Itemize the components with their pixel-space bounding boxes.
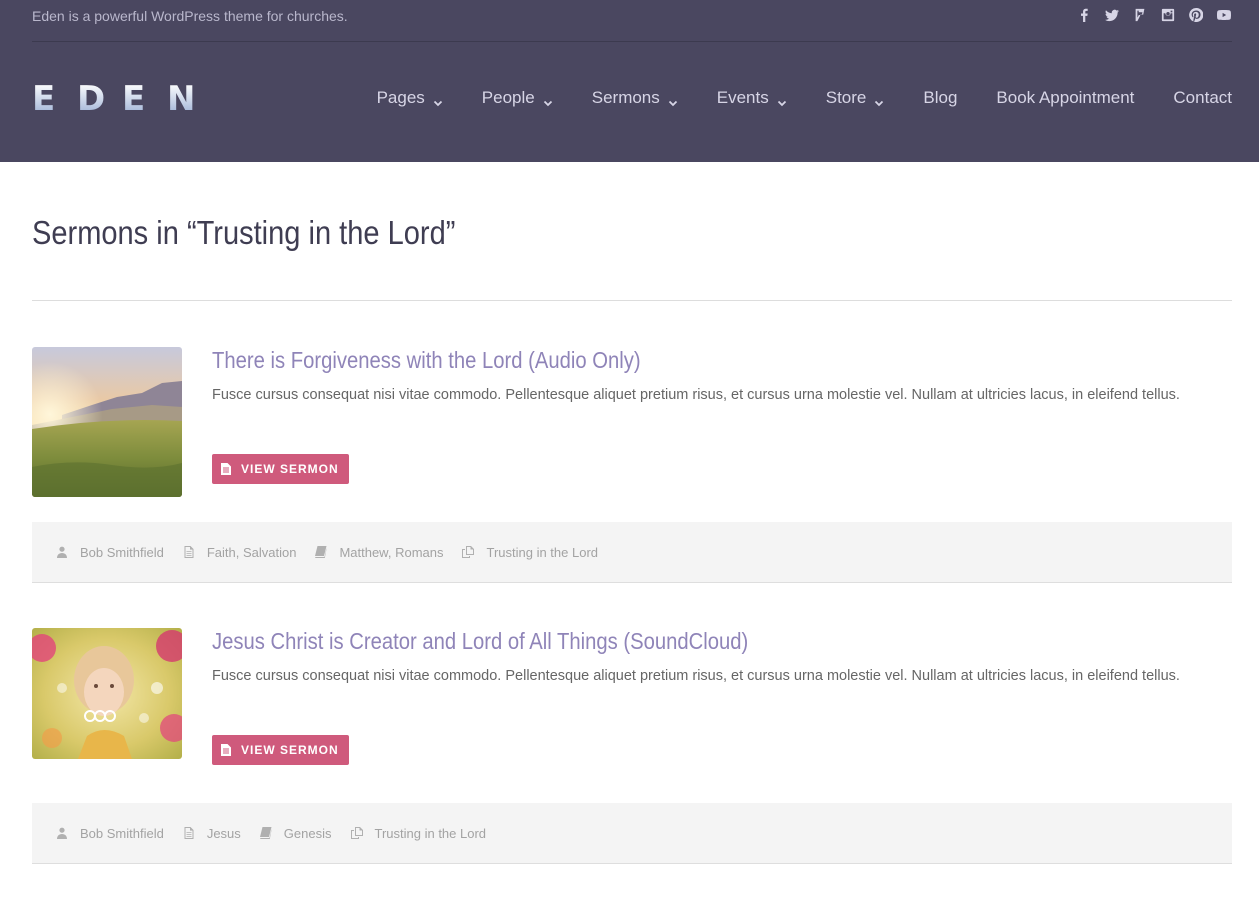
nav-item-pages[interactable]: Pages xyxy=(377,86,443,110)
sermon-thumbnail[interactable] xyxy=(32,347,182,497)
instagram-icon[interactable] xyxy=(1160,7,1176,23)
divider xyxy=(32,300,1232,301)
nav-item-label: Pages xyxy=(376,88,425,107)
meta-speaker: Bob Smithfield xyxy=(56,826,164,841)
view-sermon-label: VIEW SERMON xyxy=(241,743,339,757)
document-icon xyxy=(183,827,195,839)
nav-item-blog[interactable]: Blog xyxy=(923,86,957,110)
meta-series: Trusting in the Lord xyxy=(350,826,487,841)
sermon-thumbnail[interactable] xyxy=(32,628,182,759)
meta-series: Trusting in the Lord xyxy=(462,545,598,560)
chevron-down-icon xyxy=(433,93,443,107)
chevron-down-icon xyxy=(543,93,553,107)
topics-link[interactable]: Faith, Salvation xyxy=(207,545,297,560)
user-icon xyxy=(56,827,68,839)
view-sermon-button[interactable]: VIEW SERMON xyxy=(212,454,349,484)
nav-item-store[interactable]: Store xyxy=(826,86,885,110)
nav-item-contact[interactable]: Contact xyxy=(1173,86,1232,110)
sermon-title-link[interactable]: There is Forgiveness with the Lord (Audi… xyxy=(212,347,641,374)
copy-icon xyxy=(462,546,475,558)
speaker-link[interactable]: Bob Smithfield xyxy=(80,545,164,560)
document-icon xyxy=(221,462,233,476)
speaker-link[interactable]: Bob Smithfield xyxy=(80,826,164,841)
sermon-meta-bar: Bob Smithfield Jesus Genesis Trusting in… xyxy=(32,803,1232,864)
sermon-excerpt: Fusce cursus consequat nisi vitae commod… xyxy=(212,387,1180,403)
twitter-icon[interactable] xyxy=(1104,7,1120,23)
book-icon xyxy=(259,827,272,839)
series-link[interactable]: Trusting in the Lord xyxy=(375,826,487,841)
chevron-down-icon xyxy=(874,93,884,107)
view-sermon-label: VIEW SERMON xyxy=(241,462,339,476)
site-tagline: Eden is a powerful WordPress theme for c… xyxy=(32,8,348,24)
nav-item-label: Contact xyxy=(1173,88,1232,107)
books-link[interactable]: Genesis xyxy=(284,826,332,841)
site-logo[interactable]: E D E N xyxy=(32,79,212,119)
series-link[interactable]: Trusting in the Lord xyxy=(486,545,598,560)
topics-link[interactable]: Jesus xyxy=(207,826,241,841)
top-bar: Eden is a powerful WordPress theme for c… xyxy=(32,0,1232,42)
document-icon xyxy=(221,743,233,757)
nav-item-label: Blog xyxy=(923,88,958,107)
meta-speaker: Bob Smithfield xyxy=(56,545,164,560)
nav-item-events[interactable]: Events xyxy=(717,86,787,110)
youtube-icon[interactable] xyxy=(1216,7,1232,23)
facebook-icon[interactable] xyxy=(1076,7,1092,23)
nav-item-label: Events xyxy=(716,88,769,107)
document-icon xyxy=(183,546,195,558)
view-sermon-button[interactable]: VIEW SERMON xyxy=(212,735,349,765)
nav-item-book-appointment[interactable]: Book Appointment xyxy=(996,86,1134,110)
social-links xyxy=(1076,7,1232,23)
site-header: Eden is a powerful WordPress theme for c… xyxy=(0,0,1259,162)
sermon-meta-bar: Bob Smithfield Faith, Salvation Matthew,… xyxy=(32,522,1232,583)
nav-item-label: Book Appointment xyxy=(996,88,1135,107)
foursquare-icon[interactable] xyxy=(1132,7,1148,23)
meta-books: Matthew, Romans xyxy=(315,545,443,560)
chevron-down-icon xyxy=(668,93,678,107)
books-link[interactable]: Matthew, Romans xyxy=(339,545,443,560)
book-icon xyxy=(315,546,327,558)
main-nav: Pages People Sermons Events Store Blog B… xyxy=(338,86,1232,110)
sermon-title-link[interactable]: Jesus Christ is Creator and Lord of All … xyxy=(212,628,748,655)
nav-item-people[interactable]: People xyxy=(482,86,553,110)
logo-letter: E xyxy=(32,82,60,116)
nav-item-sermons[interactable]: Sermons xyxy=(592,86,678,110)
sermon-excerpt: Fusce cursus consequat nisi vitae commod… xyxy=(212,668,1180,684)
meta-topics: Faith, Salvation xyxy=(183,545,297,560)
sermon-item: Jesus Christ is Creator and Lord of All … xyxy=(32,628,1232,778)
copy-icon xyxy=(350,827,363,839)
nav-item-label: Sermons xyxy=(591,88,660,107)
logo-letter: D xyxy=(77,79,106,119)
chevron-down-icon xyxy=(777,93,787,107)
nav-item-label: Store xyxy=(825,88,867,107)
logo-letter: N xyxy=(167,79,196,119)
sermon-item: There is Forgiveness with the Lord (Audi… xyxy=(32,347,1232,497)
meta-books: Genesis xyxy=(259,826,332,841)
logo-letter: E xyxy=(122,82,150,116)
nav-item-label: People xyxy=(481,88,535,107)
page-title: Sermons in “Trusting in the Lord” xyxy=(32,214,456,251)
pinterest-icon[interactable] xyxy=(1188,7,1204,23)
meta-topics: Jesus xyxy=(183,826,241,841)
user-icon xyxy=(56,546,68,558)
